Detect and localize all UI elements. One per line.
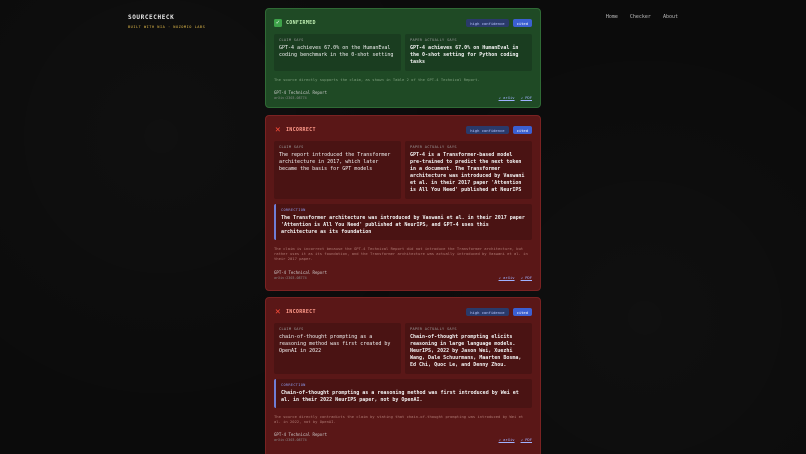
source-id: arXiv:2303.08774 bbox=[274, 96, 307, 101]
verdict-label: INCORRECT bbox=[286, 309, 316, 315]
paper-text: GPT-4 is a Transformer-based model pre-t… bbox=[410, 152, 525, 193]
cross-icon: ✕ bbox=[275, 306, 281, 317]
claim-text: The report introduced the Transformer ar… bbox=[279, 152, 391, 172]
paper-text: Chain-of-thought prompting elicits reaso… bbox=[410, 334, 522, 368]
claim-label: CLAIM SAYS bbox=[279, 145, 304, 149]
cited-badge: cited bbox=[512, 308, 532, 316]
paper-panel: PAPER ACTUALLY SAYS GPT-4 is a Transform… bbox=[405, 141, 532, 199]
explanation: The claim is incorrect because the GPT-4… bbox=[274, 246, 528, 262]
source-title: GPT-4 Technical Report bbox=[274, 432, 327, 438]
arxiv-link[interactable]: ↗ arXiv bbox=[499, 437, 515, 442]
verdict: ✕ INCORRECT bbox=[274, 124, 316, 135]
correction-text: Chain-of-thought prompting as a reasonin… bbox=[281, 390, 519, 403]
source-row: GPT-4 Technical Report arXiv:2303.08774 … bbox=[274, 270, 532, 280]
claim-text: chain-of-thought prompting as a reasonin… bbox=[279, 334, 391, 354]
correction-text: The Transformer architecture was introdu… bbox=[281, 215, 525, 235]
brand-tagline: BUILT WITH NIA · NOZOMIO LABS bbox=[128, 25, 206, 29]
claim-label: CLAIM SAYS bbox=[279, 38, 304, 42]
arxiv-link[interactable]: ↗ arXiv bbox=[499, 95, 515, 100]
top-nav: Home Checker About bbox=[606, 14, 678, 20]
verdict-label: INCORRECT bbox=[286, 127, 316, 133]
paper-label: PAPER ACTUALLY SAYS bbox=[410, 327, 457, 331]
source-id: arXiv:2303.08774 bbox=[274, 275, 307, 280]
pdf-link[interactable]: ↗ PDF bbox=[521, 95, 532, 100]
nav-about[interactable]: About bbox=[663, 14, 678, 20]
confidence-badge: high confidence bbox=[466, 308, 509, 316]
correction-panel: CORRECTION The Transformer architecture … bbox=[274, 204, 532, 240]
claim-label: CLAIM SAYS bbox=[279, 327, 304, 331]
result-card-incorrect: ✕ INCORRECT high confidence cited CLAIM … bbox=[265, 115, 541, 291]
verdict: ✓ CONFIRMED bbox=[274, 19, 316, 27]
page: SOURCECHECK BUILT WITH NIA · NOZOMIO LAB… bbox=[0, 0, 806, 454]
paper-panel: PAPER ACTUALLY SAYS Chain-of-thought pro… bbox=[405, 323, 532, 374]
confidence-badge: high confidence bbox=[466, 19, 509, 27]
claim-text: GPT-4 achieves 67.0% on the HumanEval co… bbox=[279, 45, 394, 58]
source-title: GPT-4 Technical Report bbox=[274, 90, 327, 96]
source-row: GPT-4 Technical Report arXiv:2303.08774 … bbox=[274, 432, 532, 442]
claim-panel: CLAIM SAYS chain-of-thought prompting as… bbox=[274, 323, 401, 374]
correction-label: CORRECTION bbox=[281, 383, 306, 387]
source-row: GPT-4 Technical Report arXiv:2303.08774 … bbox=[274, 90, 532, 100]
claim-panel: CLAIM SAYS GPT-4 achieves 67.0% on the H… bbox=[274, 34, 401, 71]
verdict-label: CONFIRMED bbox=[286, 20, 316, 26]
brand: SOURCECHECK BUILT WITH NIA · NOZOMIO LAB… bbox=[128, 14, 205, 29]
nav-home[interactable]: Home bbox=[606, 14, 618, 20]
pdf-link[interactable]: ↗ PDF bbox=[521, 275, 532, 280]
source-title: GPT-4 Technical Report bbox=[274, 269, 327, 275]
correction-label: CORRECTION bbox=[281, 208, 306, 212]
paper-panel: PAPER ACTUALLY SAYS GPT-4 achieves 67.0%… bbox=[405, 34, 532, 71]
brand-name[interactable]: SOURCECHECK bbox=[128, 14, 205, 21]
paper-label: PAPER ACTUALLY SAYS bbox=[410, 145, 457, 149]
check-icon: ✓ bbox=[274, 19, 282, 27]
cited-badge: cited bbox=[512, 19, 532, 27]
cited-badge: cited bbox=[512, 126, 532, 134]
correction-panel: CORRECTION Chain-of-thought prompting as… bbox=[274, 379, 532, 408]
arxiv-link[interactable]: ↗ arXiv bbox=[499, 275, 515, 280]
paper-label: PAPER ACTUALLY SAYS bbox=[410, 38, 457, 42]
confidence-badge: high confidence bbox=[466, 126, 509, 134]
explanation: The source directly contradicts the clai… bbox=[274, 414, 524, 425]
claim-panel: CLAIM SAYS The report introduced the Tra… bbox=[274, 141, 401, 199]
cross-icon: ✕ bbox=[275, 124, 281, 135]
source-id: arXiv:2303.08774 bbox=[274, 438, 307, 443]
explanation: The source directly supports the claim, … bbox=[274, 77, 480, 82]
result-card-incorrect-2: ✕ INCORRECT high confidence cited CLAIM … bbox=[265, 297, 541, 454]
nav-checker[interactable]: Checker bbox=[630, 14, 651, 20]
pdf-link[interactable]: ↗ PDF bbox=[521, 437, 532, 442]
verdict: ✕ INCORRECT bbox=[274, 306, 316, 317]
result-card-confirmed: ✓ CONFIRMED high confidence cited CLAIM … bbox=[265, 8, 541, 108]
paper-text: GPT-4 achieves 67.0% on HumanEval in the… bbox=[410, 45, 519, 65]
